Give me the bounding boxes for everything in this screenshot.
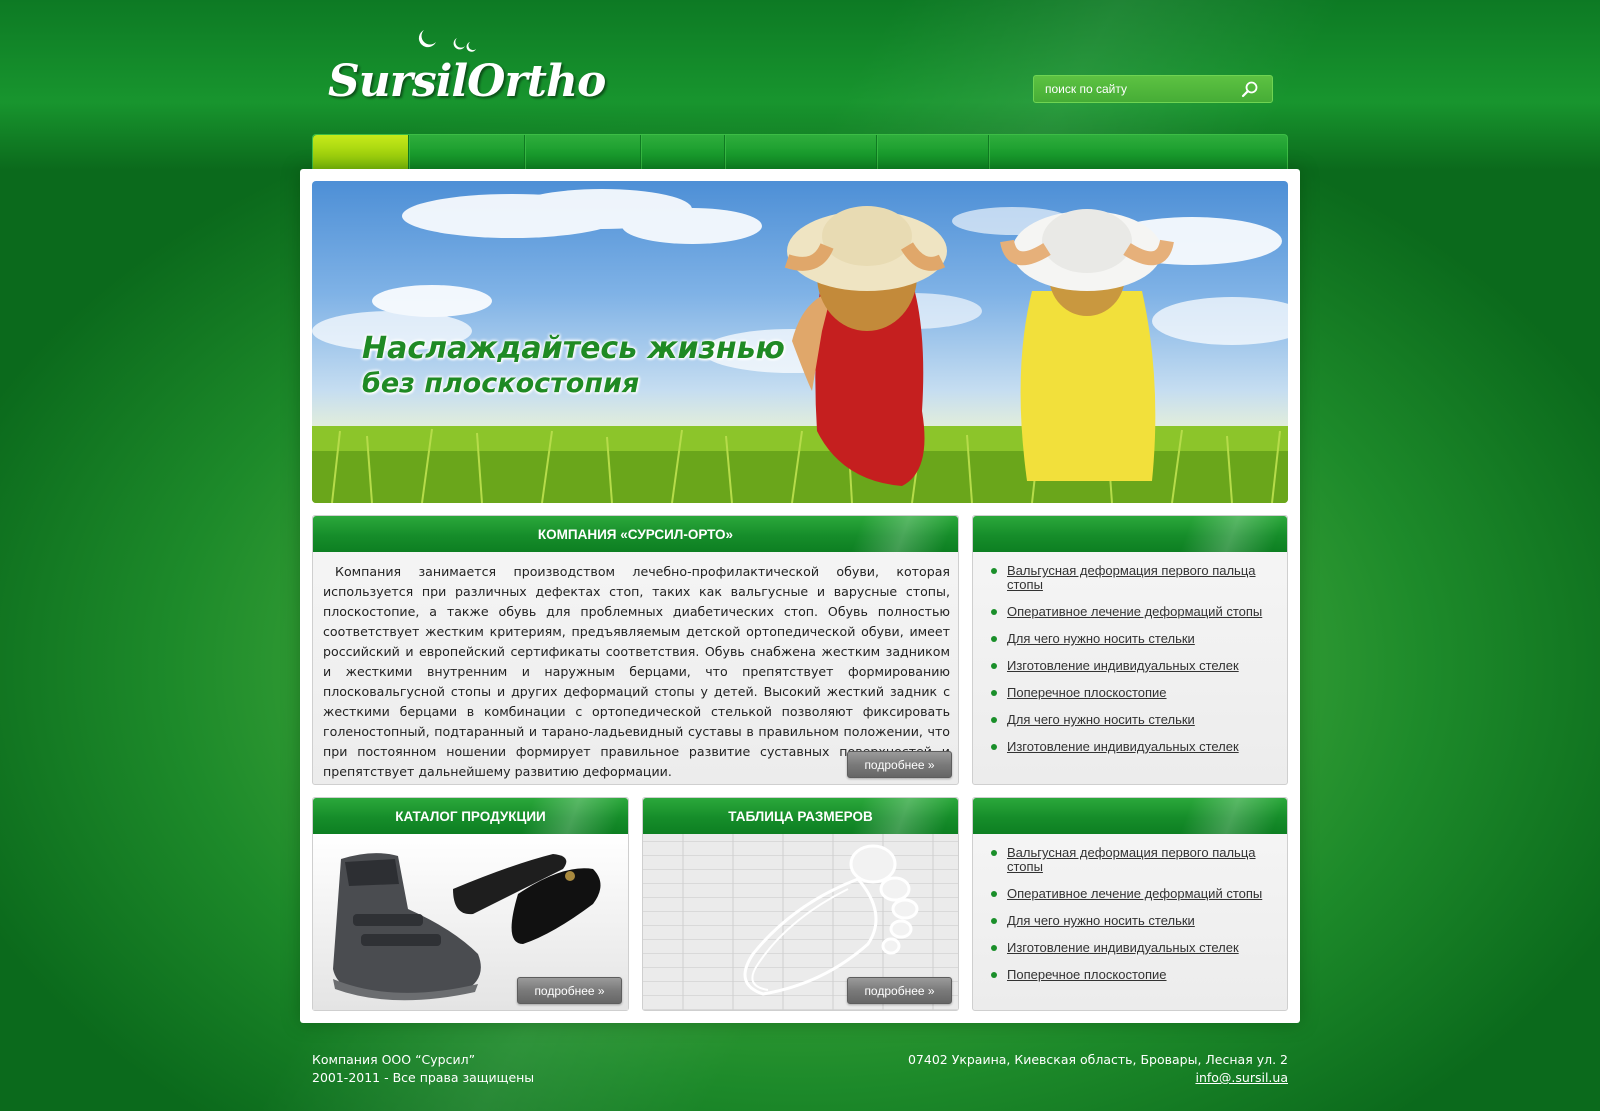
- sidebar-top-links: Вальгусная деформация первого пальца сто…: [973, 552, 1287, 754]
- list-item: Для чего нужно носить стельки: [991, 632, 1267, 646]
- list-item: Поперечное плоскостопие: [991, 968, 1267, 982]
- size-table-box: ТАБЛИЦА РАЗМЕРОВ подробнее »: [642, 797, 959, 1011]
- article-link[interactable]: Вальгусная деформация первого пальца сто…: [1007, 563, 1256, 592]
- catalog-more-button[interactable]: подробнее »: [517, 977, 622, 1004]
- nav-item-3[interactable]: [525, 135, 641, 169]
- catalog-image[interactable]: подробнее »: [313, 834, 628, 1010]
- about-box: КОМПАНИЯ «СУРСИЛ-ОРТО» Компания занимает…: [312, 515, 959, 785]
- sidebar-top-title: [973, 516, 1287, 552]
- nav-item-6[interactable]: [877, 135, 989, 169]
- nav-item-7[interactable]: [989, 135, 1287, 169]
- list-item: Изготовление индивидуальных стелек: [991, 941, 1267, 955]
- moons-logo-icon: [396, 24, 476, 52]
- main-nav: [312, 134, 1288, 169]
- article-link[interactable]: Поперечное плоскостопие: [1007, 685, 1167, 700]
- nav-item-5[interactable]: [725, 135, 877, 169]
- article-link[interactable]: Для чего нужно носить стельки: [1007, 631, 1195, 646]
- article-link[interactable]: Изготовление индивидуальных стелек: [1007, 658, 1239, 673]
- footer-company: Компания ООО “Сурсил” 2001-2011 - Все пр…: [312, 1051, 534, 1087]
- hero-banner: Наслаждайтесь жизнью без плоскостопия: [312, 181, 1288, 503]
- sidebar-articles-bottom: Вальгусная деформация первого пальца сто…: [972, 797, 1288, 1011]
- nav-item-2[interactable]: [409, 135, 525, 169]
- logo-text: SursilOrtho: [328, 56, 606, 107]
- list-item: Оперативное лечение деформаций стопы: [991, 887, 1267, 901]
- footer-email-link[interactable]: info@.sursil.ua: [1195, 1070, 1288, 1085]
- list-item: Изготовление индивидуальных стелек: [991, 659, 1267, 673]
- site-search: [1033, 75, 1273, 103]
- footer-contacts: 07402 Украина, Киевская область, Бровары…: [908, 1051, 1288, 1087]
- about-title: КОМПАНИЯ «СУРСИЛ-ОРТО»: [313, 516, 958, 552]
- size-table-image[interactable]: подробнее »: [643, 834, 958, 1010]
- girl-yellow-figure: [1000, 209, 1174, 481]
- catalog-box: КАТАЛОГ ПРОДУКЦИИ подробнее »: [312, 797, 629, 1011]
- sidebar-bottom-links: Вальгусная деформация первого пальца сто…: [973, 834, 1287, 982]
- footer-copyright: 2001-2011 - Все права защищены: [312, 1070, 535, 1085]
- banner-slogan: Наслаждайтесь жизнью без плоскостопия: [362, 331, 785, 399]
- list-item: Для чего нужно носить стельки: [991, 713, 1267, 727]
- sidebar-bottom-title: [973, 798, 1287, 834]
- about-more-button[interactable]: подробнее »: [847, 751, 952, 778]
- size-table-more-button[interactable]: подробнее »: [847, 977, 952, 1004]
- list-item: Вальгусная деформация первого пальца сто…: [991, 564, 1267, 592]
- list-item: Для чего нужно носить стельки: [991, 914, 1267, 928]
- nav-item-1[interactable]: [313, 135, 409, 169]
- list-item: Поперечное плоскостопие: [991, 686, 1267, 700]
- search-button[interactable]: [1234, 76, 1266, 102]
- size-table-title: ТАБЛИЦА РАЗМЕРОВ: [643, 798, 958, 834]
- nav-item-4[interactable]: [641, 135, 725, 169]
- list-item: Оперативное лечение деформаций стопы: [991, 605, 1267, 619]
- article-link[interactable]: Изготовление индивидуальных стелек: [1007, 739, 1239, 754]
- article-link[interactable]: Поперечное плоскостопие: [1007, 967, 1167, 982]
- site-logo[interactable]: SursilOrtho: [328, 18, 606, 113]
- article-link[interactable]: Оперативное лечение деформаций стопы: [1007, 604, 1262, 619]
- about-text: Компания занимается производством лечебн…: [323, 564, 950, 779]
- footer-company-name: Компания ООО “Сурсил”: [312, 1052, 476, 1067]
- catalog-title: КАТАЛОГ ПРОДУКЦИИ: [313, 798, 628, 834]
- list-item: Вальгусная деформация первого пальца сто…: [991, 846, 1267, 874]
- article-link[interactable]: Для чего нужно носить стельки: [1007, 913, 1195, 928]
- article-link[interactable]: Изготовление индивидуальных стелек: [1007, 940, 1239, 955]
- list-item: Изготовление индивидуальных стелек: [991, 740, 1267, 754]
- article-link[interactable]: Для чего нужно носить стельки: [1007, 712, 1195, 727]
- article-link[interactable]: Оперативное лечение деформаций стопы: [1007, 886, 1262, 901]
- content-panel: Наслаждайтесь жизнью без плоскостопия КО…: [300, 169, 1300, 1023]
- banner-slogan-line-1: Наслаждайтесь жизнью: [362, 331, 785, 366]
- banner-slogan-line-2: без плоскостопия: [362, 368, 640, 399]
- article-link[interactable]: Вальгусная деформация первого пальца сто…: [1007, 845, 1256, 874]
- footer-address: 07402 Украина, Киевская область, Бровары…: [907, 1052, 1288, 1067]
- search-input[interactable]: [1034, 76, 1234, 102]
- search-icon: [1241, 81, 1258, 98]
- sidebar-articles-top: Вальгусная деформация первого пальца сто…: [972, 515, 1288, 785]
